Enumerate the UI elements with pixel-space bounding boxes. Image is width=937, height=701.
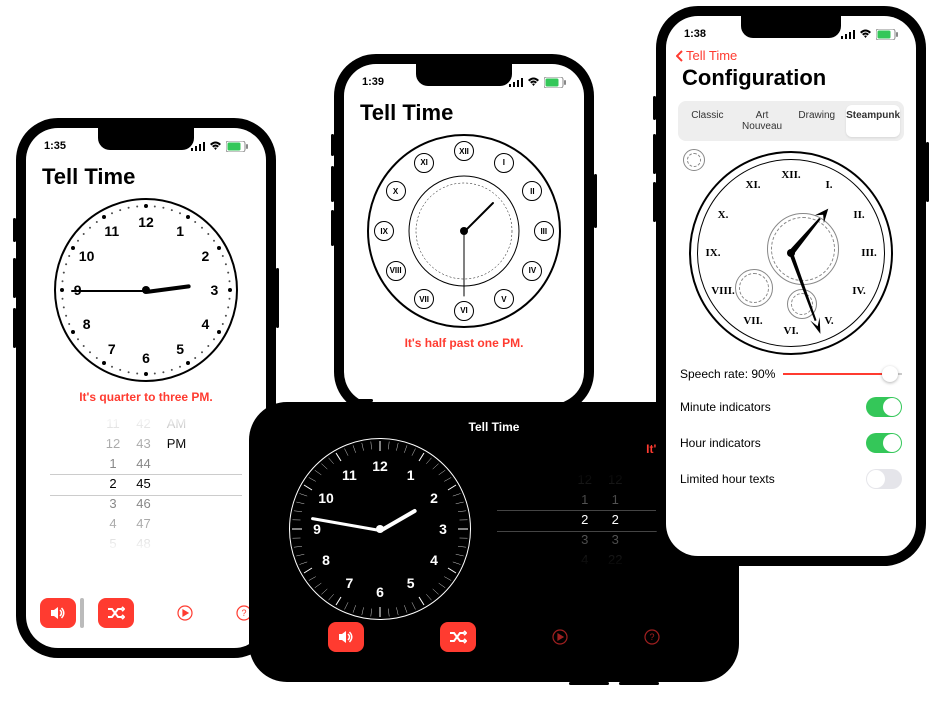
numeral-1: 1 bbox=[407, 467, 415, 483]
play-icon bbox=[552, 629, 568, 645]
speak-button[interactable] bbox=[328, 622, 364, 652]
time-caption: It's half past one PM. bbox=[405, 336, 524, 350]
toolbar: ? bbox=[259, 614, 729, 660]
analog-clock-dark[interactable]: 12 1 2 3 4 5 6 7 8 9 10 11 bbox=[289, 438, 471, 620]
slider-knob[interactable] bbox=[882, 366, 898, 382]
numeral-3: 3 bbox=[439, 521, 447, 537]
roman-4: IV bbox=[522, 261, 542, 281]
numeral-8: 8 bbox=[322, 552, 330, 568]
setting-limited-hours: Limited hour texts bbox=[666, 461, 916, 497]
analog-clock-steampunk[interactable]: XII. I. II. III. IV. V. VI. VII. VIII. I… bbox=[689, 151, 893, 355]
numeral-5: 5 bbox=[407, 575, 415, 591]
numeral-10: 10 bbox=[318, 490, 334, 506]
roman-9: IX bbox=[374, 221, 394, 241]
roman-7: VII bbox=[414, 289, 434, 309]
speaker-icon bbox=[50, 606, 66, 620]
toolbar: ? bbox=[26, 590, 266, 636]
roman-5: V bbox=[494, 289, 514, 309]
toggle-minute-indicators[interactable] bbox=[866, 397, 902, 417]
picker-hour[interactable]: 12 1 2 3 4 bbox=[570, 470, 600, 570]
setting-speech-rate: Speech rate: 90% bbox=[666, 359, 916, 389]
roman-2: II bbox=[522, 181, 542, 201]
play-button[interactable] bbox=[177, 605, 193, 621]
roman-3: III bbox=[534, 221, 554, 241]
slider-fill bbox=[783, 373, 890, 375]
status-indicators bbox=[191, 141, 248, 152]
numeral-6: 6 bbox=[376, 584, 384, 600]
roman-1: I bbox=[494, 153, 514, 173]
analog-clock[interactable]: 12 1 2 3 4 5 6 7 8 9 10 11 bbox=[54, 198, 238, 382]
page-title: Configuration bbox=[666, 63, 916, 95]
wifi-icon bbox=[527, 77, 540, 87]
status-time: 1:38 bbox=[684, 28, 706, 40]
shuffle-button[interactable] bbox=[440, 622, 476, 652]
clock-center bbox=[376, 525, 384, 533]
numeral-11: 11 bbox=[342, 467, 357, 483]
picker-minute[interactable]: 12 1 2 3 22 bbox=[600, 470, 630, 570]
shuffle-button[interactable] bbox=[98, 598, 134, 628]
speaker-icon bbox=[338, 630, 354, 644]
status-indicators bbox=[841, 29, 898, 40]
clock-center bbox=[460, 227, 468, 235]
toggle-limited-hours[interactable] bbox=[866, 469, 902, 489]
status-indicators bbox=[509, 77, 566, 88]
picker-ampm[interactable]: AM PM bbox=[159, 414, 195, 554]
setting-hour-indicators: Hour indicators bbox=[666, 425, 916, 461]
play-button[interactable] bbox=[552, 629, 568, 645]
shuffle-icon bbox=[107, 606, 125, 620]
setting-label: Hour indicators bbox=[680, 436, 761, 450]
picker-hour[interactable]: 11 12 1 2 3 4 5 bbox=[98, 414, 128, 554]
picker-minute[interactable]: 42 43 44 45 46 47 48 bbox=[128, 414, 158, 554]
battery-icon bbox=[544, 77, 566, 88]
wifi-icon bbox=[209, 141, 222, 151]
numeral-9: 9 bbox=[313, 521, 321, 537]
page-title: Tell Time bbox=[26, 156, 266, 194]
setting-label: Minute indicators bbox=[680, 400, 771, 414]
toggle-hour-indicators[interactable] bbox=[866, 433, 902, 453]
analog-clock-roman[interactable]: XII I II III IV V VI VII VIII IX X XI bbox=[367, 134, 561, 328]
clock-center bbox=[787, 249, 795, 257]
clock-center bbox=[142, 286, 150, 294]
wifi-icon bbox=[859, 29, 872, 39]
roman-6: VI bbox=[454, 301, 474, 321]
back-button[interactable]: Tell Time bbox=[666, 44, 916, 63]
roman-10: X bbox=[386, 181, 406, 201]
battery-icon bbox=[876, 29, 898, 40]
time-caption: It's quarter to three PM. bbox=[79, 390, 213, 404]
help-button[interactable]: ? bbox=[644, 629, 660, 645]
tab-art-nouveau[interactable]: Art Nouveau bbox=[737, 105, 788, 137]
minute-hand bbox=[464, 232, 465, 297]
chevron-left-icon bbox=[676, 50, 684, 62]
tab-classic[interactable]: Classic bbox=[682, 105, 733, 137]
divider bbox=[80, 598, 84, 628]
battery-icon bbox=[226, 141, 248, 152]
setting-minute-indicators: Minute indicators bbox=[666, 389, 916, 425]
numeral-12: 12 bbox=[372, 458, 388, 474]
setting-label: Limited hour texts bbox=[680, 472, 775, 486]
numeral-7: 7 bbox=[345, 575, 353, 591]
style-tabs: Classic Art Nouveau Drawing Steampunk bbox=[678, 101, 904, 141]
shuffle-icon bbox=[449, 630, 467, 644]
time-picker[interactable]: 11 12 1 2 3 4 5 42 43 44 45 46 47 48 AM … bbox=[50, 414, 242, 554]
svg-text:?: ? bbox=[649, 632, 654, 642]
numeral-2: 2 bbox=[430, 490, 438, 506]
play-icon bbox=[177, 605, 193, 621]
numeral-4: 4 bbox=[430, 552, 438, 568]
speech-rate-label: Speech rate: 90% bbox=[680, 367, 775, 381]
speech-rate-slider[interactable] bbox=[783, 373, 902, 375]
help-icon: ? bbox=[644, 629, 660, 645]
tab-drawing[interactable]: Drawing bbox=[791, 105, 842, 137]
page-title: Tell Time bbox=[344, 92, 584, 130]
status-time: 1:35 bbox=[44, 140, 66, 152]
tab-steampunk[interactable]: Steampunk bbox=[846, 105, 900, 137]
roman-11: XI bbox=[414, 153, 434, 173]
minute-hand bbox=[71, 290, 146, 292]
svg-text:?: ? bbox=[241, 608, 246, 618]
roman-8: VIII bbox=[386, 261, 406, 281]
speak-button[interactable] bbox=[40, 598, 76, 628]
roman-12: XII bbox=[454, 141, 474, 161]
status-time: 1:39 bbox=[362, 76, 384, 88]
signal-icon bbox=[841, 29, 855, 39]
